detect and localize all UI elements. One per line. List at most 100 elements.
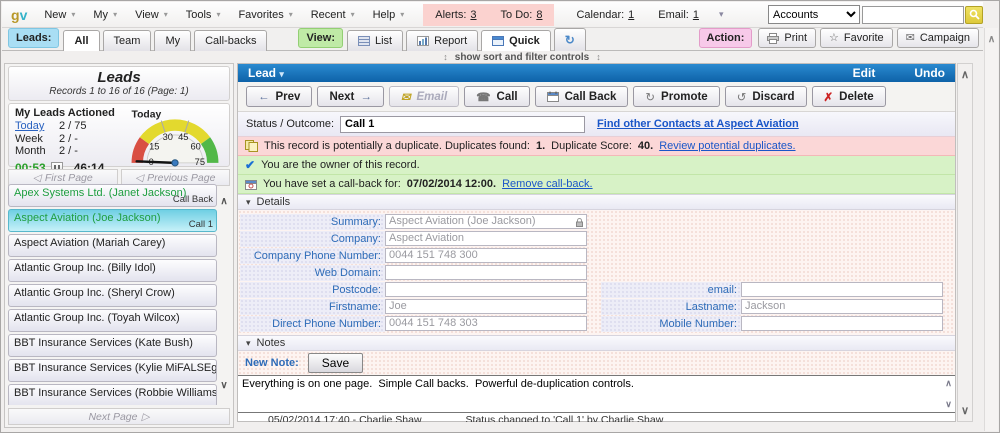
mobile-field[interactable]	[741, 316, 943, 331]
summary-value: Aspect Aviation (Joe Jackson)	[389, 215, 536, 227]
search-scope-select[interactable]: Accounts	[768, 5, 860, 24]
list-item[interactable]: Atlantic Group Inc. (Toyah Wilcox)	[8, 309, 217, 332]
favorite-button[interactable]: ☆Favorite	[820, 28, 893, 48]
menu-favorites[interactable]: Favorites▾	[229, 9, 301, 21]
leads-sidebar: Leads Records 1 to 16 of 16 (Page: 1) My…	[4, 63, 234, 428]
list-item[interactable]: BBT Insurance Services (Kylie MiFALSEgue…	[8, 359, 217, 382]
tab-refresh[interactable]: ↻	[554, 28, 586, 51]
delete-button[interactable]: ✗Delete	[812, 86, 886, 107]
menu-tools[interactable]: Tools▾	[177, 9, 230, 21]
new-note-row: New Note: Save	[238, 351, 955, 375]
lead-name: BBT Insurance Services (Kylie MiFALSEgue…	[14, 362, 217, 374]
calendar-count[interactable]: 1	[628, 9, 634, 21]
tab-callbacks[interactable]: Call-backs	[194, 30, 267, 51]
tab-all[interactable]: All	[63, 30, 99, 51]
list-item[interactable]: Atlantic Group Inc. (Billy Idol)	[8, 259, 217, 282]
company-field[interactable]: Aspect Aviation	[385, 231, 587, 246]
undo-button[interactable]: Undo	[914, 66, 945, 80]
tabbar: Leads: All Team My Call-backs View: List…	[2, 28, 983, 51]
scroll-up-icon[interactable]: ∧	[958, 68, 972, 81]
direct-phone-field[interactable]: 0044 151 748 303	[385, 316, 587, 331]
note-textarea[interactable]: Everything is on one page. Simple Call b…	[238, 376, 955, 412]
today-link[interactable]: Today	[15, 120, 59, 133]
list-item[interactable]: BBT Insurance Services (Kate Bush)	[8, 334, 217, 357]
firstname-label: Firstname:	[240, 299, 385, 315]
scroll-up-icon[interactable]: ∧	[218, 196, 230, 207]
web-domain-field[interactable]	[385, 265, 587, 280]
find-contacts-link[interactable]: Find other Contacts at Aspect Aviation	[597, 118, 799, 130]
list-item[interactable]: BBT Insurance Services (Robbie Williams)	[8, 384, 217, 405]
tab-view-report[interactable]: Report	[406, 30, 478, 51]
call-button[interactable]: ☎Call	[464, 86, 529, 107]
window-scrollbar[interactable]: ∧	[984, 28, 998, 431]
edit-button[interactable]: Edit	[853, 66, 876, 80]
scroll-down-icon[interactable]: ∨	[958, 404, 972, 417]
lead-title-menu[interactable]: Lead ▾	[248, 66, 284, 80]
month-label: Month	[15, 145, 59, 158]
remove-callback-link[interactable]: Remove call-back.	[502, 178, 592, 190]
list-item[interactable]: Atlantic Group Inc. (Sheryl Crow)	[8, 284, 217, 307]
menu-help[interactable]: Help▾	[364, 9, 414, 21]
alerts-counter[interactable]: Alerts:3	[423, 9, 488, 21]
tab-view-quick[interactable]: Quick	[481, 30, 551, 51]
status-outcome-input[interactable]	[340, 116, 585, 133]
tab-view-report-label: Report	[434, 35, 467, 47]
tab-view-list[interactable]: List	[347, 30, 403, 51]
email-counter[interactable]: Email:1	[646, 9, 711, 21]
list-item-selected[interactable]: Aspect Aviation (Joe Jackson)Call 1	[8, 209, 217, 232]
email-button[interactable]: ✉Email	[389, 86, 459, 107]
email-count[interactable]: 1	[693, 9, 699, 21]
call-back-button[interactable]: Call Back	[535, 86, 629, 107]
panel-scrollbar[interactable]: ∧ ∨	[957, 63, 973, 422]
print-button[interactable]: Print	[758, 28, 816, 48]
todo-counter[interactable]: To Do:8	[489, 9, 555, 21]
stats-table: My Leads Actioned Today2 / 75 Week2 / - …	[15, 107, 123, 164]
stat-row-week: Week2 / -	[15, 133, 123, 146]
scroll-up-icon[interactable]: ∧	[985, 34, 998, 45]
alerts-count[interactable]: 3	[470, 9, 476, 21]
menu-recent[interactable]: Recent▾	[302, 9, 364, 21]
menu-view[interactable]: View▾	[126, 9, 177, 21]
view-chip: View:	[298, 28, 343, 48]
next-button[interactable]: Next→	[317, 86, 383, 107]
notes-section-header[interactable]: ▾ Notes	[238, 335, 955, 351]
menu-my[interactable]: My▾	[84, 9, 126, 21]
menu-new[interactable]: New▾	[35, 9, 84, 21]
list-item[interactable]: Aspect Aviation (Mariah Carey)	[8, 234, 217, 257]
campaign-button[interactable]: ✉Campaign	[897, 28, 979, 48]
summary-field[interactable]: Aspect Aviation (Joe Jackson)	[385, 214, 587, 229]
tab-my-label: My	[165, 35, 180, 47]
history-row: 05/02/2014 17:40 - Charlie Shaw Status c…	[238, 413, 955, 422]
discard-button[interactable]: ↺Discard	[725, 86, 807, 107]
sort-filter-toggle[interactable]: ↕ show sort and filter controls ↕	[61, 51, 983, 63]
tab-team[interactable]: Team	[103, 30, 152, 51]
save-button[interactable]: Save	[308, 353, 363, 373]
tab-my[interactable]: My	[154, 30, 191, 51]
details-section-header[interactable]: ▾ Details	[238, 194, 955, 210]
firstname-field[interactable]: Joe	[385, 299, 587, 314]
review-duplicates-link[interactable]: Review potential duplicates.	[659, 140, 795, 152]
company-phone-label: Company Phone Number:	[240, 248, 385, 264]
scroll-up-icon[interactable]: ∧	[945, 378, 952, 388]
logo-letter-v: v	[20, 7, 28, 23]
promote-button[interactable]: ↻Promote	[633, 86, 719, 107]
todo-count[interactable]: 8	[536, 9, 542, 21]
list-scrollbar[interactable]: ∧ ∨	[218, 184, 230, 405]
scroll-down-icon[interactable]: ∨	[218, 380, 230, 391]
list-icon	[358, 36, 370, 46]
next-page-button[interactable]: Next Page▷	[8, 408, 230, 425]
calendar-counter[interactable]: Calendar:1	[564, 9, 646, 21]
postcode-field[interactable]	[385, 282, 587, 297]
email-field[interactable]	[741, 282, 943, 297]
tab-view-quick-label: Quick	[509, 35, 540, 47]
prev-button[interactable]: ←Prev	[246, 86, 312, 107]
list-item[interactable]: Apex Systems Ltd. (Janet Jackson)Call Ba…	[8, 184, 217, 207]
search-button[interactable]	[965, 6, 983, 24]
scroll-down-icon[interactable]: ∨	[942, 399, 955, 410]
note-scrollbar[interactable]: ∧∨	[942, 378, 955, 410]
collapse-icon[interactable]: ▾	[719, 9, 724, 20]
direct-phone-label: Direct Phone Number:	[240, 316, 385, 332]
company-phone-field[interactable]: 0044 151 748 300	[385, 248, 587, 263]
lastname-field[interactable]: Jackson	[741, 299, 943, 314]
search-input[interactable]	[862, 6, 964, 24]
